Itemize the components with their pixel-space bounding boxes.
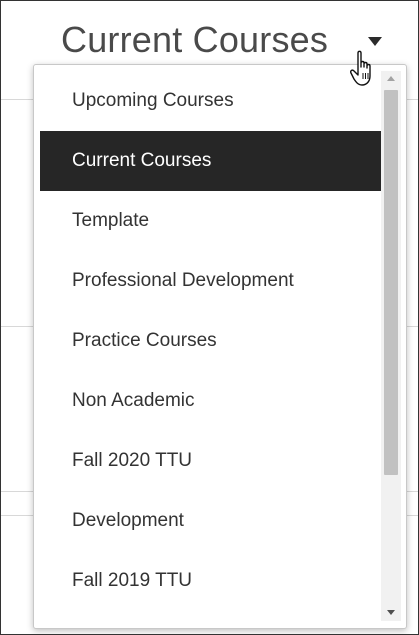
caret-down-icon[interactable] [368,37,382,46]
menu-item-non-academic[interactable]: Non Academic [40,371,381,431]
dropdown-scrollbar[interactable] [381,71,401,621]
menu-item-upcoming-courses[interactable]: Upcoming Courses [40,71,381,131]
course-term-dropdown[interactable]: Upcoming Courses Current Courses Templat… [33,64,407,629]
menu-item-fall-2019-ttu[interactable]: Fall 2019 TTU [40,551,381,611]
menu-item-current-courses[interactable]: Current Courses [40,131,381,191]
menu-item-template[interactable]: Template [40,191,381,251]
menu-item-practice-courses[interactable]: Practice Courses [40,311,381,371]
scroll-up-arrow-icon[interactable] [381,71,401,87]
scrollbar-thumb[interactable] [384,90,398,475]
menu-item-development[interactable]: Development [40,491,381,551]
dropdown-menu-list: Upcoming Courses Current Courses Templat… [40,71,381,611]
menu-item-fall-2020-ttu[interactable]: Fall 2020 TTU [40,431,381,491]
scroll-down-arrow-icon[interactable] [381,605,401,621]
menu-item-professional-development[interactable]: Professional Development [40,251,381,311]
screenshot-frame: Current Courses Upcoming Courses Current… [0,0,419,635]
course-term-selector[interactable]: Current Courses [61,17,328,63]
hand-pointer-icon [350,50,371,86]
